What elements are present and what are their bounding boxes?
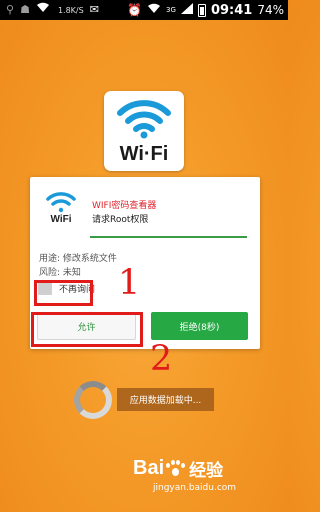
signal-icon xyxy=(180,3,193,17)
annotation-box-checkbox xyxy=(34,280,93,306)
wifi-icon xyxy=(46,192,76,213)
network-type-label: 3G xyxy=(166,6,176,14)
network-speed: 1.8K/S xyxy=(57,5,84,15)
usb-icon: ⚲ xyxy=(6,3,15,16)
annotation-box-allow xyxy=(31,312,143,347)
clock: 09:41 xyxy=(210,2,253,18)
dialog-subtitle: 请求Root权限 xyxy=(92,215,149,225)
watermark-logo: Bai 经验 xyxy=(133,456,236,481)
annotation-step-2: 2 xyxy=(150,339,173,379)
app-icon-label: Wi·Fi xyxy=(119,143,169,165)
watermark-url: jingyan.baidu.com xyxy=(153,483,237,493)
dialog-title: WIFI密码查看器 xyxy=(92,201,157,211)
deny-button[interactable]: 拒绝(8秒) xyxy=(151,312,248,340)
annotation-step-1: 1 xyxy=(118,263,141,303)
dialog-icon-label: WiFi xyxy=(50,214,72,225)
watermark-logo-left: Bai xyxy=(133,457,165,479)
status-right: ⏰ 3G 09:41 74% xyxy=(127,0,284,20)
baidu-jingyan-watermark: Bai 经验 jingyan.baidu.com xyxy=(133,456,236,493)
risk-text: 风险: 未知 xyxy=(39,268,81,278)
wifi-icon xyxy=(147,3,161,17)
loading-text: 应用数据加载中... xyxy=(117,388,214,411)
battery-icon xyxy=(197,3,206,17)
loading-spinner xyxy=(74,381,112,419)
wifi-signal-icon xyxy=(36,0,50,20)
wifi-icon xyxy=(117,100,171,139)
wifi-app-icon: Wi·Fi xyxy=(104,91,184,171)
watermark-logo-right: 经验 xyxy=(189,461,224,480)
status-bar: ⚲ ☗ 1.8K/S ✉ ⏰ 3G 09:41 74% xyxy=(0,0,288,20)
dialog-app-icon: WiFi xyxy=(45,191,77,225)
divider xyxy=(90,236,247,238)
battery-percent: 74% xyxy=(257,3,284,17)
purpose-text: 用途: 修改系统文件 xyxy=(39,254,117,264)
paw-icon xyxy=(166,459,186,478)
mail-icon: ✉ xyxy=(89,3,99,16)
alarm-icon: ⏰ xyxy=(127,3,143,17)
android-icon: ☗ xyxy=(20,3,30,16)
